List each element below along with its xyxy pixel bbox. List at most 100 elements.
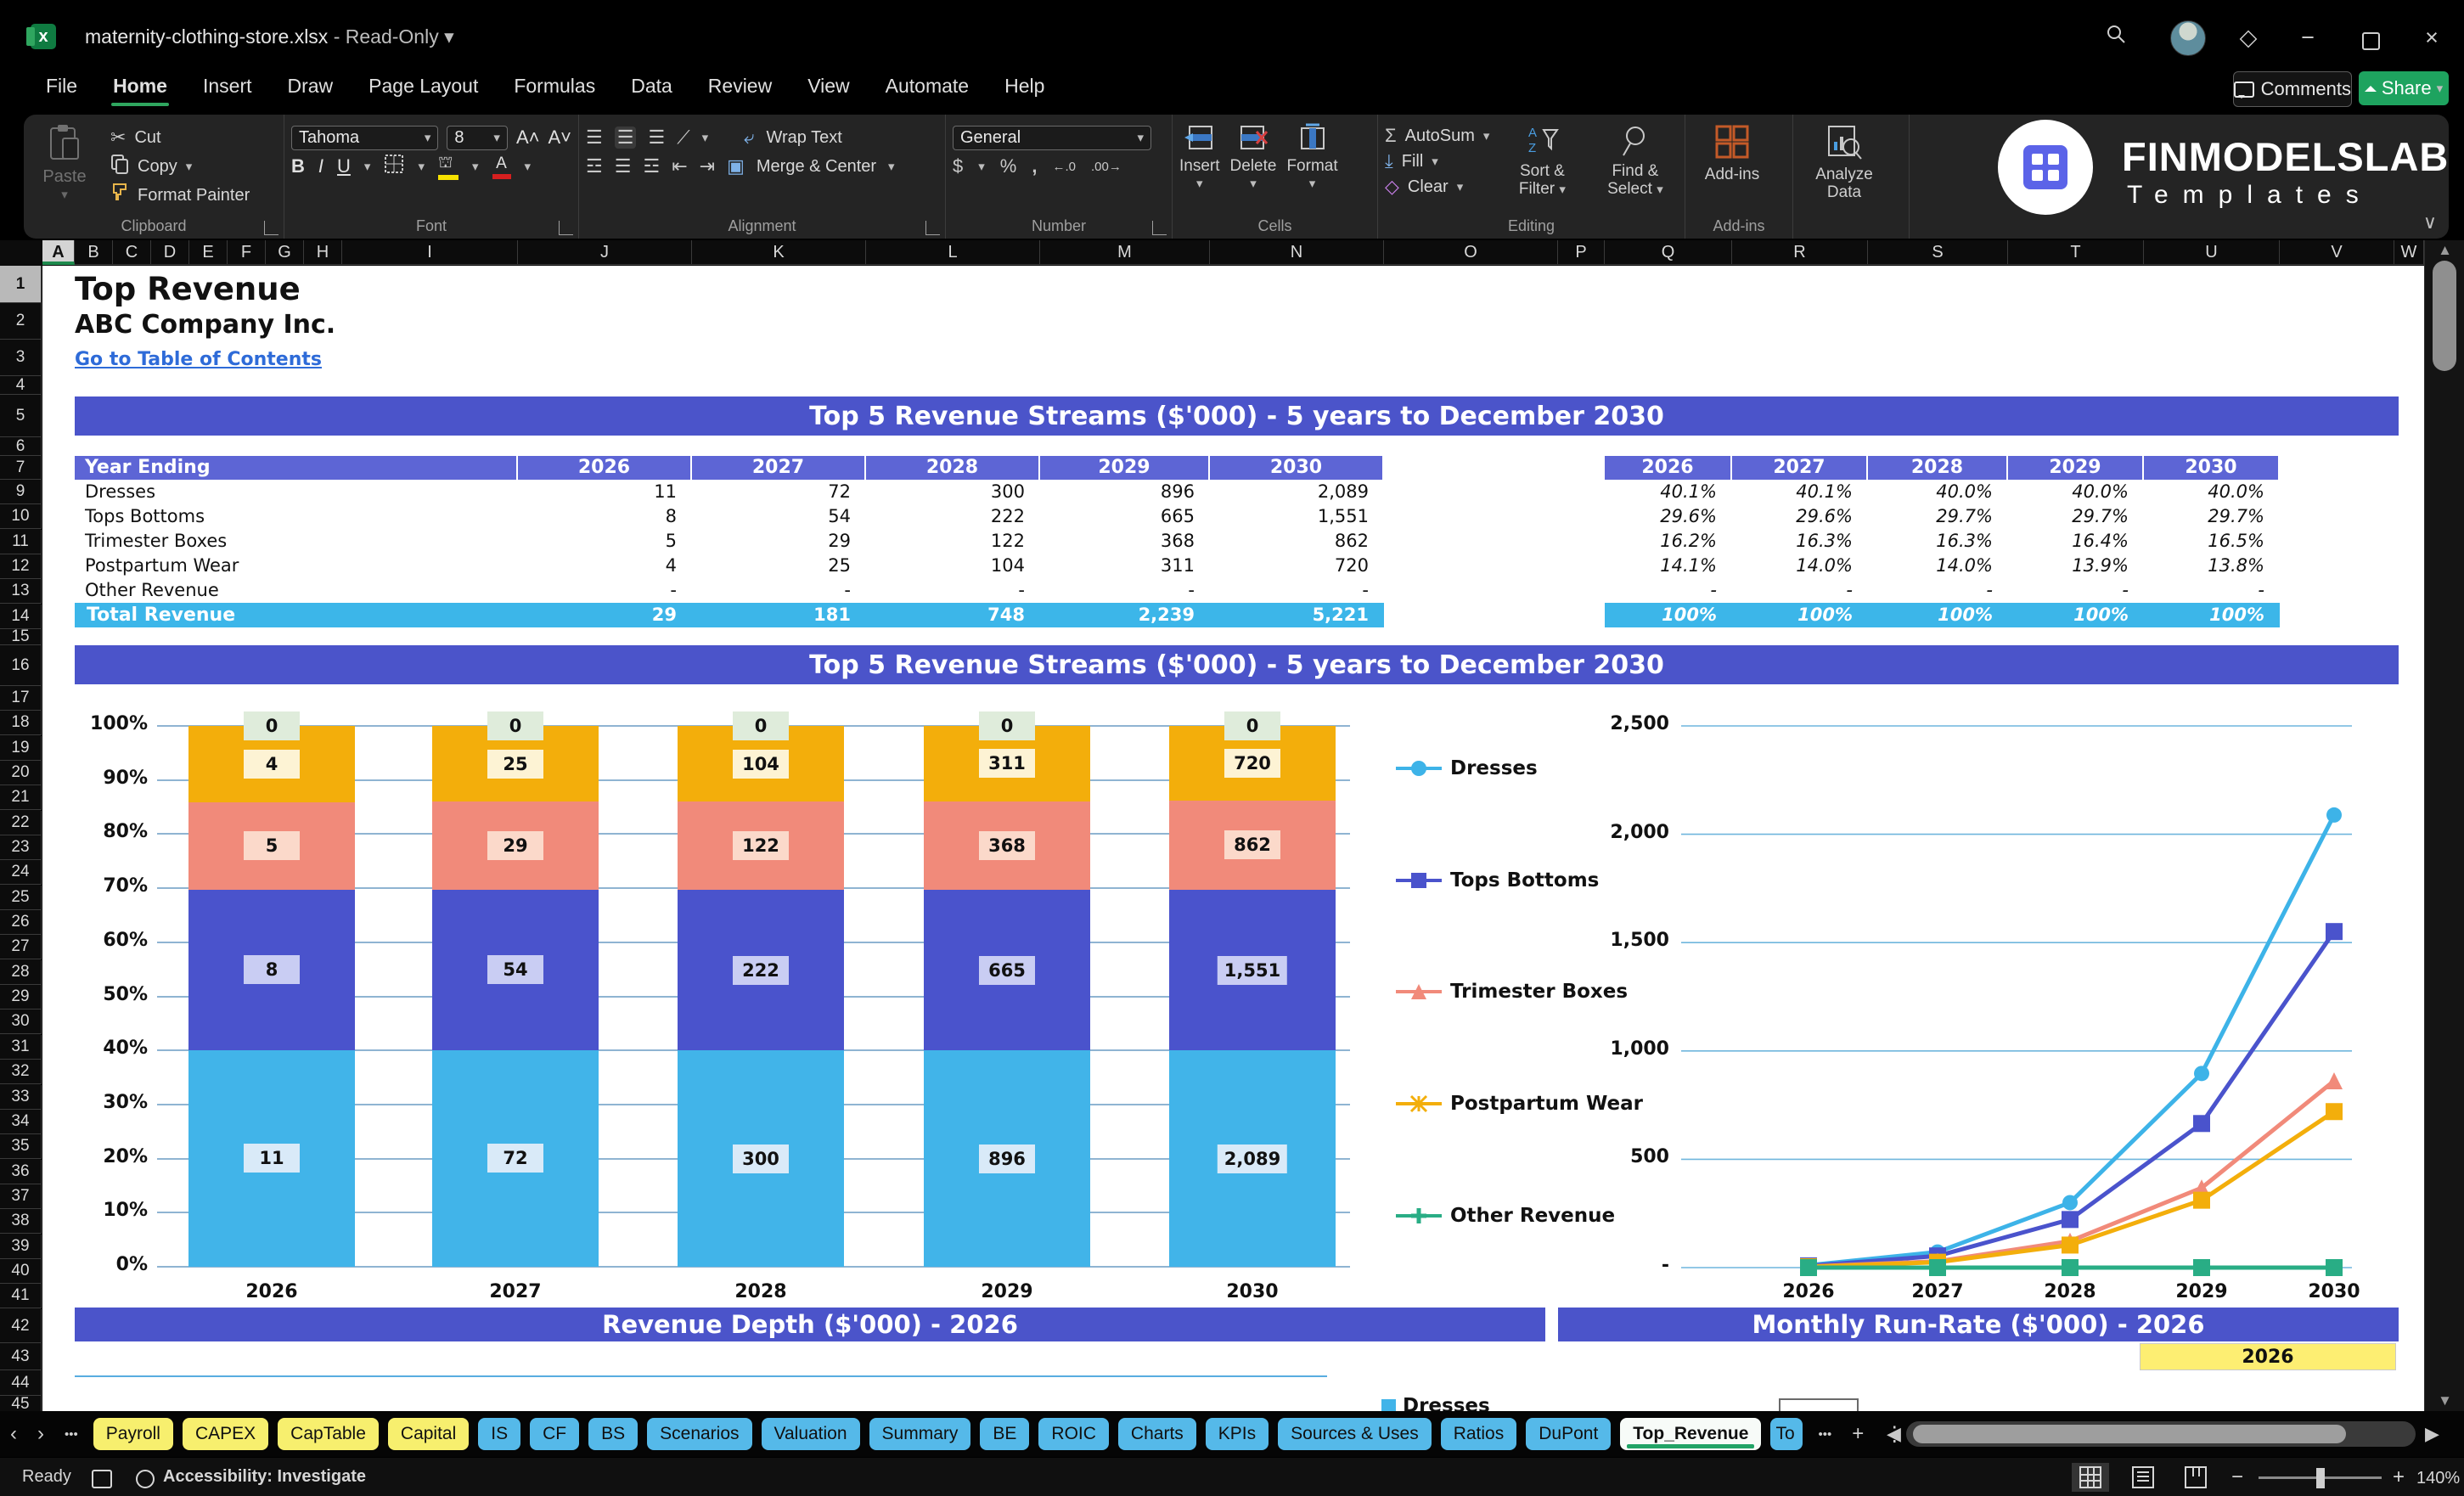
increase-font-icon[interactable]: A˄ (516, 127, 540, 149)
pct-trimester-boxes-2029[interactable]: 16.4% (2008, 529, 2144, 554)
row-header-40[interactable]: 40 (0, 1259, 42, 1284)
row-header-21[interactable]: 21 (0, 785, 42, 810)
page-layout-view-button[interactable] (2124, 1463, 2162, 1492)
cell-dresses-2026[interactable]: 11 (518, 480, 692, 504)
decrease-font-icon[interactable]: A˅ (548, 127, 571, 149)
sort-filter-button[interactable]: AZ Sort & Filter ▾ (1503, 123, 1581, 200)
table-of-contents-link[interactable]: Go to Table of Contents (75, 349, 322, 370)
increase-decimal-icon[interactable]: ←.0 (1052, 160, 1076, 174)
row-header-20[interactable]: 20 (0, 761, 42, 785)
pct-postpartum-wear-2028[interactable]: 14.0% (1868, 554, 2008, 578)
restore-button[interactable] (2352, 22, 2389, 53)
row-header-25[interactable]: 25 (0, 886, 42, 910)
row-header-13[interactable]: 13 (0, 579, 42, 604)
underline-button[interactable]: U (337, 155, 351, 177)
column-header-L[interactable]: L (866, 240, 1040, 265)
row-header-29[interactable]: 29 (0, 985, 42, 1010)
sheet-tab-capex[interactable]: CAPEX (182, 1418, 269, 1450)
menu-tab-home[interactable]: Home (99, 65, 181, 110)
row-header-18[interactable]: 18 (0, 711, 42, 735)
sheet-tab-charts[interactable]: Charts (1117, 1418, 1196, 1450)
cell-other-revenue-2029[interactable]: - (1040, 578, 1210, 603)
row-header-44[interactable]: 44 (0, 1370, 42, 1396)
font-color-button[interactable]: A (492, 155, 511, 179)
zoom-level[interactable]: 140% (2416, 1469, 2460, 1488)
currency-format-icon[interactable]: $ (953, 155, 963, 177)
alignment-dialog-launcher-icon[interactable] (925, 221, 940, 235)
column-header-J[interactable]: J (518, 240, 692, 265)
hscroll-left-icon[interactable]: ◀ (1887, 1423, 1901, 1445)
decrease-decimal-icon[interactable]: .00→ (1091, 160, 1122, 174)
cell-tops-bottoms-2028[interactable]: 222 (866, 504, 1040, 529)
collapse-ribbon-icon[interactable]: ∨ (2423, 211, 2437, 233)
pct-dresses-2028[interactable]: 40.0% (1868, 480, 2008, 504)
menu-tab-file[interactable]: File (32, 65, 91, 110)
sheet-tab-capital[interactable]: Capital (387, 1418, 470, 1450)
tabs-next-icon[interactable]: › (27, 1422, 54, 1446)
orientation-icon[interactable]: ⟋ (677, 127, 689, 149)
fill-color-button[interactable]: ⛫ (437, 154, 458, 180)
cell-other-revenue-2030[interactable]: - (1210, 578, 1384, 603)
column-header-V[interactable]: V (2280, 240, 2394, 265)
vertical-scroll-thumb[interactable] (2433, 261, 2456, 371)
fill-button[interactable]: ⤓ Fill ▾ (1385, 149, 1489, 174)
column-header-R[interactable]: R (1732, 240, 1868, 265)
column-header-F[interactable]: F (228, 240, 266, 265)
cell-trimester-boxes-2030[interactable]: 862 (1210, 529, 1384, 554)
align-center-icon[interactable]: ☰ (615, 155, 632, 177)
sheet-tab-bs[interactable]: BS (588, 1418, 639, 1450)
avatar[interactable] (2170, 20, 2206, 56)
insert-cells-button[interactable]: Insert ▾ (1179, 123, 1220, 191)
row-header-2[interactable]: 2 (0, 303, 42, 340)
comma-format-icon[interactable]: , (1032, 155, 1037, 177)
cell-postpartum-wear-2029[interactable]: 311 (1040, 554, 1210, 578)
row-header-41[interactable]: 41 (0, 1284, 42, 1308)
sheet-tab-kpis[interactable]: KPIs (1205, 1418, 1269, 1450)
row-header-39[interactable]: 39 (0, 1234, 42, 1259)
column-header-B[interactable]: B (75, 240, 113, 265)
horizontal-scrollbar[interactable] (1906, 1421, 2416, 1447)
page-break-view-button[interactable] (2177, 1463, 2214, 1492)
minimize-button[interactable]: − (2289, 22, 2326, 53)
column-header-P[interactable]: P (1558, 240, 1605, 265)
row-header-30[interactable]: 30 (0, 1010, 42, 1034)
pct-postpartum-wear-2027[interactable]: 14.0% (1732, 554, 1868, 578)
number-format-select[interactable]: General ▾ (953, 125, 1151, 150)
font-family-select[interactable]: Tahoma ▾ (291, 125, 439, 150)
cell-trimester-boxes-2026[interactable]: 5 (518, 529, 692, 554)
column-header-Q[interactable]: Q (1605, 240, 1732, 265)
pct-trimester-boxes-2026[interactable]: 16.2% (1605, 529, 1732, 554)
menu-tab-data[interactable]: Data (617, 65, 686, 110)
sheet-tab-be[interactable]: BE (980, 1418, 1030, 1450)
align-left-icon[interactable]: ☲ (586, 155, 603, 177)
cell-trimester-boxes-2028[interactable]: 122 (866, 529, 1040, 554)
row-header-1[interactable]: 1 (0, 266, 42, 303)
legend-item-other-revenue[interactable]: Other Revenue (1394, 1203, 1615, 1229)
row-header-35[interactable]: 35 (0, 1134, 42, 1159)
normal-view-button[interactable] (2072, 1463, 2109, 1492)
hscroll-right-icon[interactable]: ▶ (2425, 1423, 2439, 1445)
sheet-tab-summary[interactable]: Summary (869, 1418, 971, 1450)
menu-tab-review[interactable]: Review (695, 65, 785, 110)
pct-other-revenue-2029[interactable]: - (2008, 578, 2144, 603)
cell-postpartum-wear-2026[interactable]: 4 (518, 554, 692, 578)
cell-postpartum-wear-2030[interactable]: 720 (1210, 554, 1384, 578)
diamond-icon[interactable]: ◇ (2230, 22, 2267, 53)
row-header-23[interactable]: 23 (0, 835, 42, 860)
row-header-9[interactable]: 9 (0, 480, 42, 504)
cell-trimester-boxes-2027[interactable]: 29 (692, 529, 866, 554)
cell-trimester-boxes-2029[interactable]: 368 (1040, 529, 1210, 554)
row-header-7[interactable]: 7 (0, 456, 42, 480)
copy-button[interactable]: Copy ▾ (110, 152, 250, 181)
status-accessibility[interactable]: Accessibility: Investigate (163, 1467, 366, 1487)
cell-other-revenue-2027[interactable]: - (692, 578, 866, 603)
pct-other-revenue-2026[interactable]: - (1605, 578, 1732, 603)
vertical-scrollbar[interactable]: ▲ ▼ (2424, 240, 2464, 1411)
font-dialog-launcher-icon[interactable] (559, 221, 573, 235)
italic-button[interactable]: I (318, 155, 323, 177)
format-painter-button[interactable]: Format Painter (110, 181, 250, 210)
pct-tops-bottoms-2029[interactable]: 29.7% (2008, 504, 2144, 529)
sheet-tab-dupont[interactable]: DuPont (1526, 1418, 1612, 1450)
align-middle-icon[interactable]: ☰ (614, 127, 637, 149)
row-header-15[interactable]: 15 (0, 627, 42, 645)
